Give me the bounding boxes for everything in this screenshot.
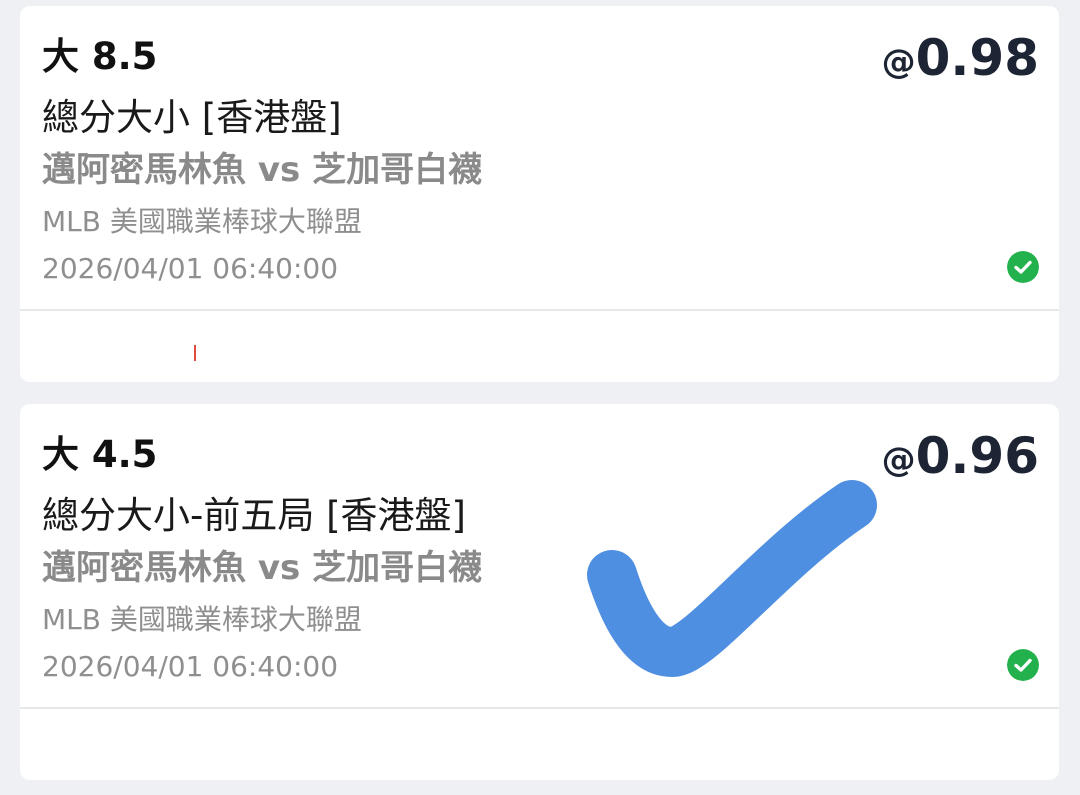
bet-selection: 大 8.5	[42, 35, 158, 78]
bet-market: 總分大小-前五局 [香港盤]	[42, 494, 466, 537]
footer-mark	[194, 345, 196, 361]
bet-card[interactable]: 大 4.5 @0.96 總分大小-前五局 [香港盤] 邁阿密馬林魚 vs 芝加哥…	[20, 404, 1059, 780]
bet-match: 邁阿密馬林魚 vs 芝加哥白襪	[42, 150, 483, 190]
bet-league: MLB 美國職業棒球大聯盟	[42, 205, 362, 238]
bet-datetime: 2026/04/01 06:40:00	[42, 252, 339, 285]
bet-league: MLB 美國職業棒球大聯盟	[42, 603, 362, 636]
card-footer	[20, 311, 1059, 382]
check-circle-icon	[1007, 251, 1039, 283]
bet-market: 總分大小 [香港盤]	[42, 96, 342, 139]
odds-prefix: @	[881, 440, 916, 480]
bet-selection: 大 4.5	[42, 433, 158, 476]
card-footer	[20, 709, 1059, 780]
odds-value: 0.98	[915, 29, 1039, 87]
check-circle-icon	[1007, 649, 1039, 681]
odds-value: 0.96	[915, 427, 1039, 485]
bet-match: 邁阿密馬林魚 vs 芝加哥白襪	[42, 548, 483, 588]
bet-odds: @0.98	[882, 28, 1039, 100]
bet-datetime: 2026/04/01 06:40:00	[42, 650, 339, 683]
bet-card[interactable]: 大 8.5 @0.98 總分大小 [香港盤] 邁阿密馬林魚 vs 芝加哥白襪 M…	[20, 6, 1059, 382]
odds-prefix: @	[881, 42, 916, 82]
bet-odds: @0.96	[882, 426, 1039, 498]
